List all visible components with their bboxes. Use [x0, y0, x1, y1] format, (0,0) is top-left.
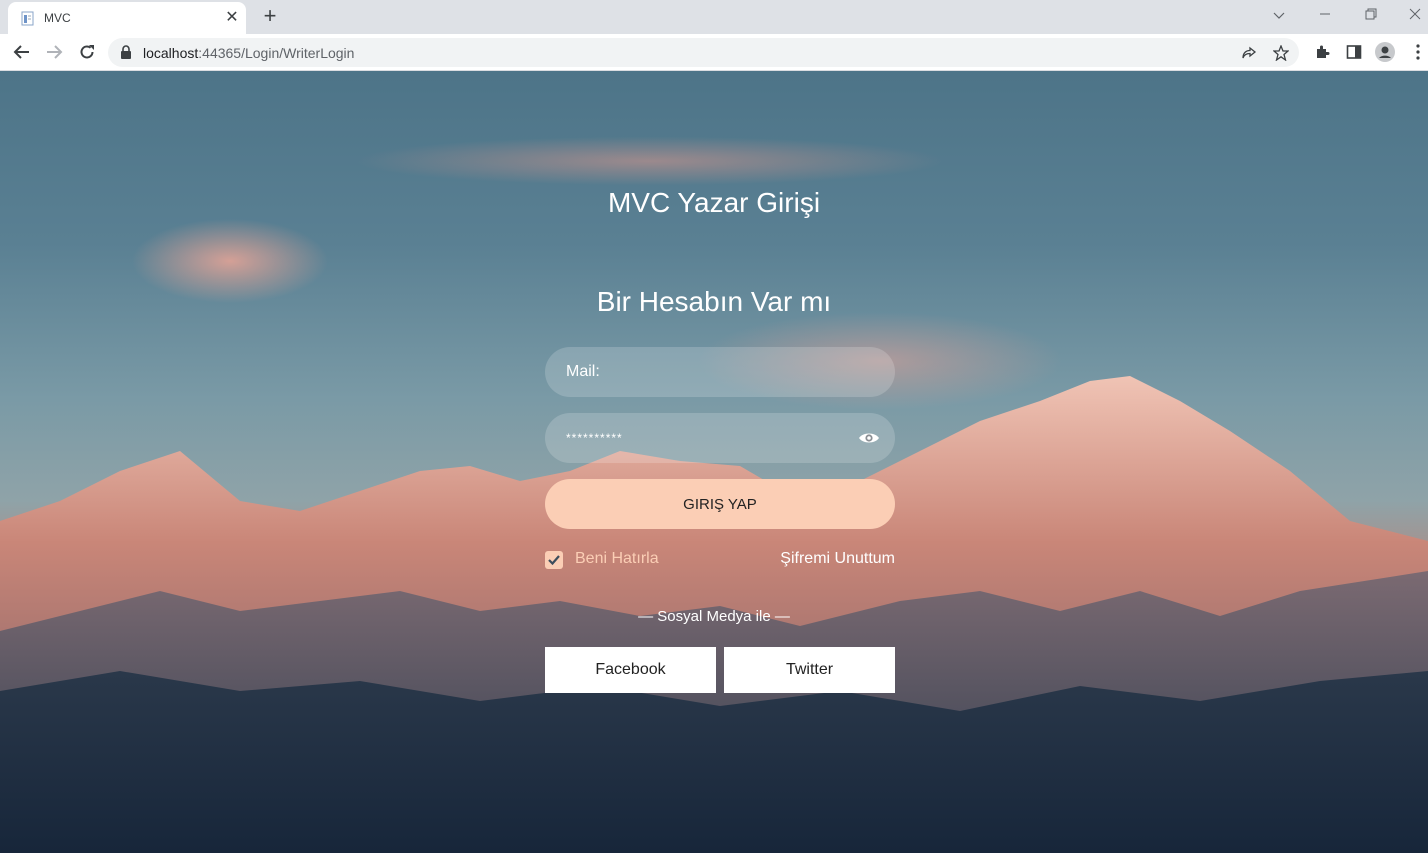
lock-icon[interactable] — [119, 45, 133, 60]
tab-search-icon[interactable] — [1266, 4, 1292, 26]
forgot-password-link[interactable]: Şifremi Unuttum — [780, 550, 895, 568]
minimize-button[interactable] — [1312, 4, 1338, 26]
profile-avatar-icon[interactable] — [1375, 42, 1395, 62]
form-subtitle: Bir Hesabın Var mı — [596, 286, 832, 317]
twitter-button[interactable]: Twitter — [724, 647, 895, 693]
login-button[interactable]: GIRIŞ YAP — [545, 479, 895, 529]
page-title: MVC Yazar Girişi — [607, 187, 821, 218]
page-viewport: MVC Yazar Girişi Bir Hesabın Var mı GIRI… — [0, 71, 1428, 853]
check-icon — [548, 555, 560, 566]
browser-toolbar: localhost:44365/Login/WriterLogin — [0, 34, 1428, 71]
remember-label: Beni Hatırla — [575, 550, 659, 567]
forward-arrow-icon[interactable] — [42, 40, 66, 64]
eye-icon[interactable] — [858, 429, 880, 447]
url-text[interactable]: localhost:44365/Login/WriterLogin — [143, 45, 354, 61]
password-input[interactable] — [545, 413, 895, 463]
close-window-button[interactable] — [1402, 4, 1428, 26]
side-panel-icon[interactable] — [1344, 42, 1364, 62]
extensions-puzzle-icon[interactable] — [1312, 42, 1332, 62]
new-tab-button[interactable]: + — [258, 5, 282, 29]
address-bar[interactable]: localhost:44365/Login/WriterLogin — [108, 38, 1299, 67]
reload-icon[interactable] — [75, 40, 99, 64]
browser-tab[interactable]: MVC ✕ — [8, 2, 246, 34]
close-tab-icon[interactable]: ✕ — [223, 9, 241, 27]
back-arrow-icon[interactable] — [10, 40, 34, 64]
remember-checkbox[interactable] — [545, 551, 563, 569]
tab-bar: MVC ✕ + — [0, 0, 1428, 34]
tab-title: MVC — [44, 11, 71, 25]
bookmark-star-icon[interactable] — [1271, 43, 1291, 63]
document-icon — [21, 11, 34, 26]
restore-button[interactable] — [1358, 4, 1384, 26]
facebook-button[interactable]: Facebook — [545, 647, 716, 693]
social-media-label: — Sosyal Medya ile — — [638, 608, 790, 625]
menu-kebab-icon[interactable] — [1408, 42, 1428, 62]
mail-input[interactable] — [545, 347, 895, 397]
share-icon[interactable] — [1239, 43, 1259, 63]
